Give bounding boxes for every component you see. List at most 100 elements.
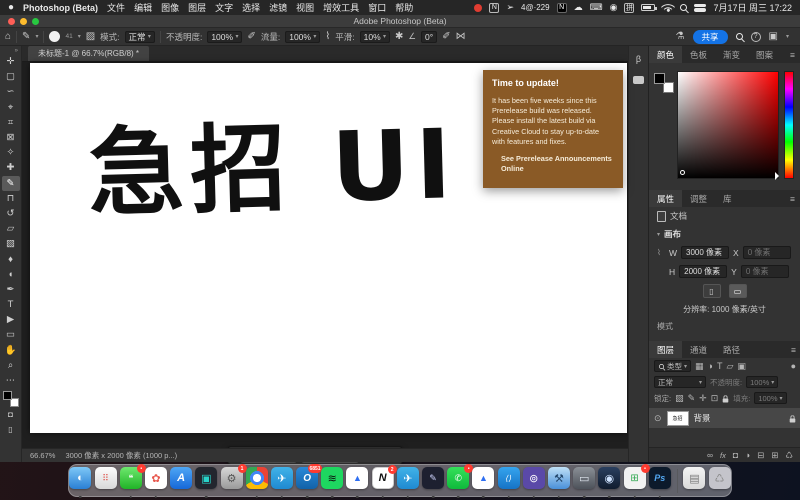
apple-logo-icon[interactable]: ● xyxy=(8,2,14,13)
menu-type[interactable]: 文字 xyxy=(215,1,233,14)
control-center-icon[interactable] xyxy=(694,4,706,12)
type-tool[interactable]: T xyxy=(2,297,20,312)
pressure-opacity-icon[interactable]: ✐ xyxy=(247,32,255,42)
fill-field[interactable]: 100%▾ xyxy=(754,392,786,404)
menu-filter[interactable]: 滤镜 xyxy=(269,1,287,14)
dock-finder[interactable]: ◐ xyxy=(69,467,92,494)
path-select-tool[interactable]: ▶ xyxy=(2,312,20,327)
dock-netdisk-2[interactable]: ▲ xyxy=(472,467,495,494)
eraser-tool[interactable]: ▱ xyxy=(2,221,20,236)
hue-slider[interactable] xyxy=(784,71,794,179)
foreground-background-colors[interactable] xyxy=(3,391,19,407)
menu-select[interactable]: 选择 xyxy=(242,1,260,14)
blur-tool[interactable]: ♦ xyxy=(2,251,20,266)
menu-edit[interactable]: 编辑 xyxy=(134,1,152,14)
dock-chrome[interactable] xyxy=(245,467,268,494)
brush-tip-preview[interactable] xyxy=(49,31,60,42)
layer-mask-icon[interactable]: ◘ xyxy=(733,450,738,460)
filter-pixel-icon[interactable]: ▦ xyxy=(695,361,704,372)
filter-adjustment-icon[interactable]: ◑ xyxy=(708,361,713,371)
tab-paths[interactable]: 路径 xyxy=(715,341,748,358)
layer-locked-icon[interactable] xyxy=(790,418,796,422)
saturation-map[interactable] xyxy=(677,71,779,179)
quick-mask-icon[interactable]: ◘ xyxy=(2,407,20,422)
search-icon[interactable] xyxy=(680,4,687,11)
layer-row-background[interactable]: ⊙ 急招 背景 xyxy=(649,408,800,428)
layer-thumbnail[interactable]: 急招 xyxy=(667,411,689,426)
tab-gradients[interactable]: 渐变 xyxy=(715,46,748,63)
foreground-color-swatch[interactable] xyxy=(3,391,12,400)
filter-smart-icon[interactable]: ▣ xyxy=(737,361,746,372)
opacity-field[interactable]: 100% ▾ xyxy=(207,31,242,43)
dock-photos[interactable]: ✿ xyxy=(145,467,168,494)
y-field[interactable]: 0 像素 xyxy=(741,265,789,278)
dock-steam[interactable]: ◉ xyxy=(598,467,621,494)
dock-displays[interactable]: ▭ xyxy=(573,467,596,494)
dock-notion[interactable]: N2 xyxy=(371,467,394,494)
color-cursor[interactable] xyxy=(680,170,685,175)
menu-plugins[interactable]: 增效工具 xyxy=(323,1,359,14)
clone-stamp-tool[interactable]: ⊓ xyxy=(2,191,20,206)
hue-slider-marker[interactable] xyxy=(775,172,783,180)
filter-toggle-icon[interactable]: ● xyxy=(791,361,796,371)
lock-artboard-icon[interactable]: ⊡ xyxy=(711,393,719,404)
brush-tool[interactable]: ✎ xyxy=(2,176,20,191)
color-panel-menu-icon[interactable]: ≡ xyxy=(790,50,795,60)
beta-feedback-icon[interactable]: β xyxy=(636,54,641,64)
dock-outlook[interactable]: O6851 xyxy=(296,467,319,494)
document-tab[interactable]: 未标题-1 @ 66.7%(RGB/8) * xyxy=(28,46,149,61)
dock-telegram-2[interactable]: ✈ xyxy=(397,467,420,494)
history-brush-tool[interactable]: ↺ xyxy=(2,206,20,221)
smooth-field[interactable]: 10% ▾ xyxy=(360,31,390,43)
lock-position-icon[interactable]: ✛ xyxy=(699,393,707,404)
keyboard-status-icon[interactable]: ⌨ xyxy=(590,2,603,13)
panel-fg-bg-swatches[interactable] xyxy=(654,73,674,93)
cloud-status-icon[interactable]: ☁ xyxy=(574,2,583,13)
adjustment-layer-icon[interactable]: ◑ xyxy=(745,450,750,460)
airbrush-icon[interactable]: ⌇ xyxy=(325,32,330,42)
dock-xcode[interactable]: ⚒ xyxy=(548,467,571,494)
smoothing-options-gear-icon[interactable]: ✱ xyxy=(395,32,403,42)
mode-select[interactable]: 正常 ▾ xyxy=(125,31,155,43)
chevron-down-icon[interactable]: ▾ xyxy=(657,231,660,238)
object-selection-tool[interactable]: ⌖ xyxy=(2,100,20,115)
brush-preset-icon[interactable]: ✎ xyxy=(22,32,30,42)
dock-trash[interactable]: ♺ xyxy=(708,467,731,494)
height-field[interactable]: 2000 像素 xyxy=(679,265,727,278)
layer-opacity-field[interactable]: 100%▾ xyxy=(746,376,778,388)
dock-launchpad[interactable]: ⠿ xyxy=(94,467,117,494)
layer-visibility-eye-icon[interactable]: ⊙ xyxy=(654,413,662,424)
layer-name[interactable]: 背景 xyxy=(694,412,711,424)
menu-view[interactable]: 视图 xyxy=(296,1,314,14)
comment-bubble-icon[interactable] xyxy=(633,76,644,84)
dock-github[interactable]: ⊚ xyxy=(522,467,545,494)
layer-filter-select[interactable]: 类型▾ xyxy=(654,360,691,372)
new-group-icon[interactable]: ⊟ xyxy=(757,450,764,461)
share-button[interactable]: 共享 xyxy=(693,30,728,44)
tab-swatches[interactable]: 色板 xyxy=(682,46,715,63)
battery-icon[interactable] xyxy=(641,4,655,11)
menubar-app-name[interactable]: Photoshop (Beta) xyxy=(23,3,98,13)
menu-help[interactable]: 帮助 xyxy=(395,1,413,14)
notification-link[interactable]: See Prerelease Announcements Online xyxy=(501,154,614,174)
tab-libraries[interactable]: 库 xyxy=(715,190,740,207)
angle-field[interactable]: 0° xyxy=(421,31,437,43)
flow-field[interactable]: 100% ▾ xyxy=(285,31,320,43)
tab-color[interactable]: 颜色 xyxy=(649,46,682,63)
tab-patterns[interactable]: 图案 xyxy=(748,46,781,63)
toggle-brush-panel-icon[interactable]: ▨ xyxy=(86,32,95,42)
dock-documents[interactable]: ▤ xyxy=(683,467,706,494)
tab-adjustments[interactable]: 调整 xyxy=(682,190,715,207)
dock-vscode[interactable]: ⟨⟩ xyxy=(497,467,520,494)
width-field[interactable]: 3000 像素 xyxy=(681,246,729,259)
menubar-clock[interactable]: 7月17日 周三 17:22 xyxy=(713,1,792,14)
beta-flask-icon[interactable]: ⚗ xyxy=(676,32,685,42)
delete-layer-icon[interactable]: ♺ xyxy=(785,450,793,461)
portrait-orientation-button[interactable]: ▯ xyxy=(703,284,721,298)
layers-panel-menu-icon[interactable]: ≡ xyxy=(791,345,796,355)
workspace-icon[interactable]: ▣ xyxy=(769,32,778,42)
hand-tool[interactable]: ✋ xyxy=(2,343,20,358)
tomato-status-icon[interactable] xyxy=(474,4,482,12)
media-status-icon[interactable]: ◉ xyxy=(610,2,618,13)
home-icon[interactable]: ⌂ xyxy=(5,32,11,42)
